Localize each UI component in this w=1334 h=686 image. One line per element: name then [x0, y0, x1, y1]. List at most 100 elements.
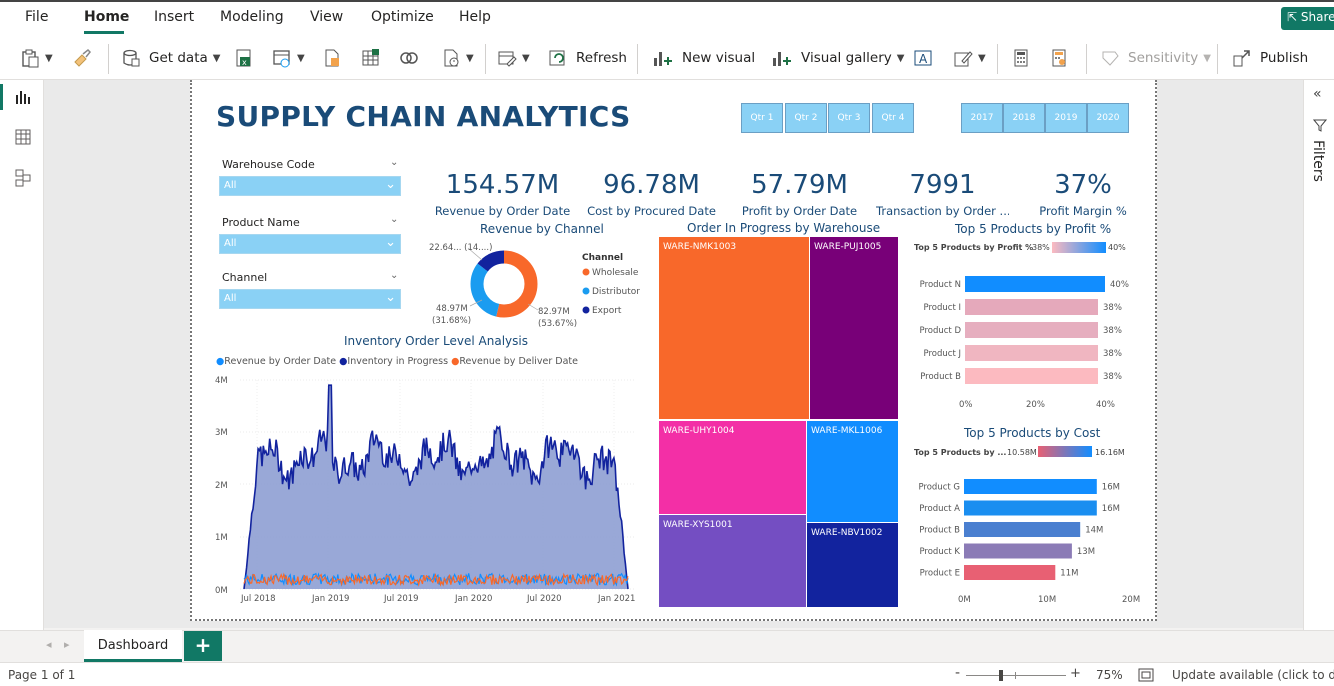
- report-view-icon[interactable]: [14, 88, 32, 106]
- document-icon: [325, 49, 339, 67]
- area-chart-title: Inventory Order Level Analysis: [344, 334, 528, 348]
- share-button[interactable]: ⇱ Share: [1281, 7, 1334, 30]
- qtr-2-button[interactable]: Qtr 2: [785, 103, 827, 133]
- legend-distributor-marker: [582, 287, 590, 295]
- bar-category-label: Product B: [920, 372, 961, 382]
- bar-product-a[interactable]: [964, 500, 1097, 516]
- menu-insert[interactable]: Insert: [154, 9, 194, 25]
- get-data-label: Get data: [149, 50, 208, 66]
- year-2018-button[interactable]: 2018: [1003, 103, 1045, 133]
- qtr-4-button[interactable]: Qtr 4: [872, 103, 914, 133]
- menu-modeling[interactable]: Modeling: [220, 9, 284, 25]
- year-2020-button[interactable]: 2020: [1087, 103, 1129, 133]
- add-page-button[interactable]: +: [184, 631, 222, 661]
- model-view-icon[interactable]: [14, 168, 32, 188]
- x-tick: Jan 2021: [597, 594, 635, 604]
- qtr-3-button[interactable]: Qtr 3: [828, 103, 870, 133]
- donut-legend-title: Channel: [582, 253, 623, 263]
- bar-product-n[interactable]: [965, 276, 1105, 292]
- treemap-cell-uhy1004[interactable]: WARE-UHY1004: [659, 421, 806, 514]
- year-2017-button[interactable]: 2017: [961, 103, 1003, 133]
- chevron-right-icon[interactable]: ▸: [64, 638, 70, 651]
- bar-product-e[interactable]: [964, 565, 1056, 580]
- dataflow-button[interactable]: ▼: [272, 47, 305, 69]
- table-view-icon[interactable]: [14, 128, 32, 146]
- product-dropdown[interactable]: All ⌄: [219, 234, 401, 254]
- format-painter-button[interactable]: [72, 47, 92, 69]
- menu-file[interactable]: File: [25, 9, 48, 25]
- area-chart-legend: ●Revenue by Order Date ●Inventory in Pro…: [216, 356, 578, 367]
- paste-button[interactable]: ▼: [20, 47, 53, 69]
- expand-pane-icon[interactable]: «: [1313, 86, 1322, 102]
- cost-chart-title: Top 5 Products by Cost: [964, 426, 1101, 440]
- menu-view[interactable]: View: [310, 9, 343, 25]
- bar-product-j[interactable]: [965, 345, 1098, 361]
- calculator-icon: [1014, 49, 1028, 67]
- y-tick: 4M: [215, 376, 228, 386]
- filters-label[interactable]: Filters: [1310, 140, 1326, 182]
- refresh-button[interactable]: Refresh: [548, 47, 627, 69]
- legend-revenue-deliver: Revenue by Deliver Date: [459, 356, 578, 367]
- zoom-out-icon[interactable]: -: [955, 665, 960, 681]
- legend-revenue-order: Revenue by Order Date: [224, 356, 337, 367]
- update-available-link[interactable]: Update available (click to download): [1172, 668, 1334, 682]
- treemap-cell-mkl1006[interactable]: WARE-MKL1006: [807, 421, 898, 522]
- zoom-slider-thumb[interactable]: [999, 670, 1003, 681]
- publish-icon: [1233, 50, 1250, 67]
- text-box-button[interactable]: A: [913, 47, 933, 69]
- publish-button[interactable]: Publish: [1232, 47, 1308, 69]
- treemap-cell-nbv1002[interactable]: WARE-NBV1002: [807, 523, 898, 607]
- legend-export: Export: [592, 306, 622, 316]
- transform-data-button[interactable]: ▼: [497, 47, 530, 69]
- treemap-cell-nmk1003[interactable]: WARE-NMK1003: [659, 237, 809, 419]
- chevron-down-icon[interactable]: ⌄: [390, 157, 398, 168]
- new-visual-button[interactable]: New visual: [652, 47, 755, 69]
- kpi-revenue-label: Revenue by Order Date: [434, 204, 571, 218]
- treemap-title: Order In Progress by Warehouse: [687, 221, 881, 235]
- chevron-down-icon[interactable]: ⌄: [390, 214, 398, 225]
- new-measure-button[interactable]: [1011, 47, 1031, 69]
- dataverse-button[interactable]: [399, 47, 419, 69]
- chevron-down-icon: ⌄: [385, 290, 396, 305]
- chevron-down-icon[interactable]: ⌄: [390, 270, 398, 281]
- visual-gallery-button[interactable]: Visual gallery ▼: [771, 47, 905, 69]
- sensitivity-button[interactable]: Sensitivity ▼: [1100, 47, 1211, 69]
- excel-button[interactable]: x: [234, 47, 254, 69]
- bar-product-b[interactable]: [965, 368, 1098, 384]
- enter-data-button[interactable]: [361, 47, 381, 69]
- year-2019-button[interactable]: 2019: [1045, 103, 1087, 133]
- get-data-button[interactable]: Get data ▼: [121, 47, 220, 69]
- more-visuals-button[interactable]: ▼: [953, 47, 986, 69]
- treemap-cell-xys1001[interactable]: WARE-XYS1001: [659, 515, 806, 607]
- menu-help[interactable]: Help: [459, 9, 491, 25]
- channel-dropdown[interactable]: All ⌄: [219, 289, 401, 309]
- cost-gradient-legend: [1038, 446, 1092, 457]
- zoom-slider-tick: [1015, 672, 1016, 679]
- menu-optimize[interactable]: Optimize: [371, 9, 434, 25]
- zoom-level: 75%: [1096, 668, 1123, 682]
- sql-button[interactable]: [322, 47, 342, 69]
- warehouse-dropdown[interactable]: All ⌄: [219, 176, 401, 196]
- tab-dashboard[interactable]: Dashboard: [84, 630, 182, 662]
- svg-text:x: x: [242, 58, 247, 67]
- quick-measure-icon: [1052, 49, 1066, 67]
- chevron-left-icon[interactable]: ◂: [46, 638, 52, 651]
- share-label: Share: [1300, 10, 1334, 24]
- database-icon: [123, 49, 140, 67]
- menu-home[interactable]: Home: [84, 9, 129, 25]
- bar-product-k[interactable]: [964, 543, 1072, 559]
- chevron-down-icon: ▼: [978, 52, 986, 64]
- zoom-slider[interactable]: [966, 675, 1066, 676]
- chevron-down-icon: ⌄: [385, 235, 396, 250]
- zoom-in-icon[interactable]: +: [1070, 666, 1081, 681]
- bar-product-g[interactable]: [964, 479, 1097, 494]
- bar-product-i[interactable]: [965, 299, 1098, 315]
- report-title: SUPPLY CHAIN ANALYTICS: [216, 100, 631, 133]
- bar-product-b[interactable]: [964, 522, 1081, 537]
- fit-to-page-icon[interactable]: [1138, 668, 1154, 682]
- treemap-cell-puj1005[interactable]: WARE-PUJ1005: [810, 237, 898, 419]
- recent-sources-button[interactable]: ▼: [441, 47, 474, 69]
- quick-measure-button[interactable]: [1049, 47, 1069, 69]
- qtr-1-button[interactable]: Qtr 1: [741, 103, 783, 133]
- bar-product-d[interactable]: [965, 322, 1098, 338]
